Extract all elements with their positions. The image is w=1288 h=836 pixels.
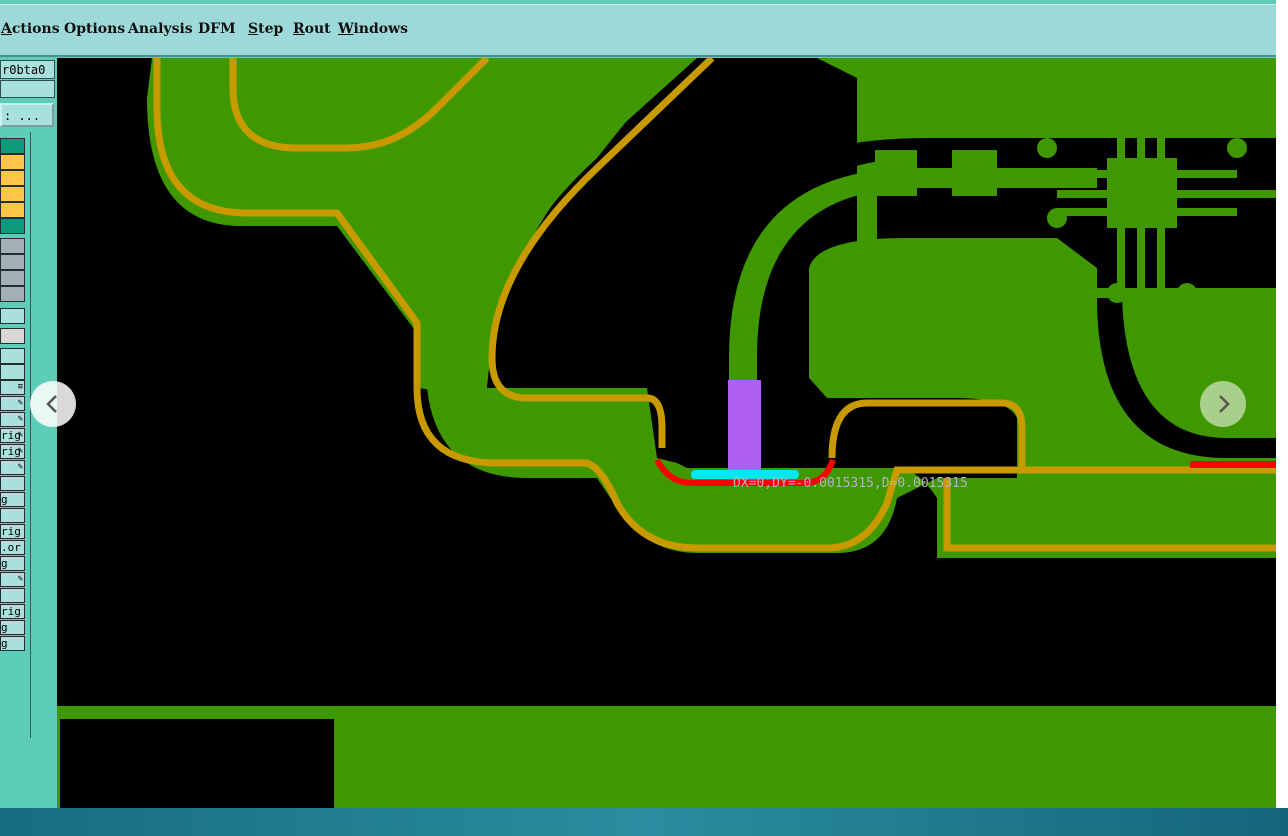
chip-body (1107, 158, 1177, 228)
menu-step-label: tep (258, 21, 284, 37)
black-cutout-bottom (60, 719, 334, 808)
layer-filter-field[interactable] (0, 80, 55, 98)
layer-row-icon-1[interactable]: ≡ (0, 380, 25, 395)
layer-swatch-11[interactable] (0, 308, 25, 324)
layer-row-icon-2[interactable]: ✎ (0, 396, 25, 411)
menu-actions-label: ctions (11, 21, 60, 37)
layer-swatch-3[interactable] (0, 170, 25, 186)
layer-swatch-9[interactable] (0, 270, 25, 286)
edit-icon: ✎ (17, 462, 23, 472)
chevron-right-icon (1219, 395, 1230, 413)
layer-row-rig-1[interactable]: rig ✎ (0, 428, 25, 443)
layer-row-rig-2[interactable]: rig ✎ (0, 444, 25, 459)
menu-windows[interactable]: Windows (338, 21, 408, 37)
layer-row-label: g (1, 621, 8, 634)
layer-swatch-7[interactable] (0, 238, 25, 254)
layer-row-label: g (1, 493, 8, 506)
edit-icon: ✎ (17, 574, 23, 584)
layer-row-icon-3[interactable]: ✎ (0, 412, 25, 427)
layer-swatch-2[interactable] (0, 154, 25, 170)
app-window: Actions Options Analysis DFM Step Rout W… (0, 0, 1278, 808)
copper-pour-upper (147, 58, 697, 393)
prev-image-button[interactable] (30, 381, 76, 427)
layer-row-empty-2[interactable] (0, 508, 25, 523)
layer-swatch-14[interactable] (0, 364, 25, 380)
layer-row-empty-1[interactable] (0, 476, 25, 491)
layer-swatch-8[interactable] (0, 254, 25, 270)
browse-button[interactable]: : ... (0, 103, 54, 127)
selection-red-right (1190, 461, 1276, 468)
layer-swatch-13[interactable] (0, 348, 25, 364)
layer-name-field[interactable]: r0bta0 (0, 60, 55, 79)
menu-actions[interactable]: Actions (1, 21, 60, 37)
layer-row-label: g (1, 557, 8, 570)
menubar: Actions Options Analysis DFM Step Rout W… (0, 4, 1278, 57)
adjacent-window-edge (1276, 0, 1288, 808)
menu-rout-label: out (304, 21, 331, 37)
layer-row-icon-5[interactable]: ✎ (0, 572, 25, 587)
edit-icon: ✎ (17, 398, 23, 408)
pcb-graphics (57, 58, 1276, 808)
layer-row-label: g (1, 637, 8, 650)
layer-row-rig-4[interactable]: rig (0, 604, 25, 619)
layer-row-label: .or (1, 541, 21, 554)
menu-windows-mnemonic: W (338, 21, 354, 37)
next-image-button[interactable] (1200, 381, 1246, 427)
menu-dfm[interactable]: DFM (198, 21, 236, 37)
menu-step[interactable]: Step (248, 21, 283, 37)
menu-rout[interactable]: Rout (293, 21, 331, 37)
menu-rout-mnemonic: R (293, 21, 305, 37)
layer-swatch-4[interactable] (0, 186, 25, 202)
layer-swatch-1[interactable] (0, 138, 25, 154)
layer-row-g-2[interactable]: g (0, 556, 25, 571)
pin-icon: ≡ (17, 382, 23, 392)
layer-panel: r0bta0 : ... ≡ ✎ ✎ rig ✎ rig ✎ ✎ g rig .… (0, 58, 56, 808)
layer-row-label: rig (1, 525, 21, 538)
pad-rect-2 (952, 150, 997, 196)
layer-row-g-4[interactable]: g (0, 636, 25, 651)
layer-swatch-12[interactable] (0, 328, 25, 344)
edit-icon: ✎ (17, 446, 23, 456)
layer-row-icon-4[interactable]: ✎ (0, 460, 25, 475)
layer-row-empty-3[interactable] (0, 588, 25, 603)
pcb-canvas[interactable]: DX=0,DY=-0.0015315,D=0.0015315 (57, 58, 1276, 808)
measurement-readout: DX=0,DY=-0.0015315,D=0.0015315 (733, 476, 968, 491)
layer-row-g-1[interactable]: g (0, 492, 25, 507)
layer-row-or[interactable]: .or (0, 540, 25, 555)
layer-row-label: rig (1, 605, 21, 618)
chevron-left-icon (46, 395, 57, 413)
menu-actions-mnemonic: A (1, 21, 12, 37)
layer-row-rig-3[interactable]: rig (0, 524, 25, 539)
menu-options[interactable]: Options (64, 21, 125, 37)
layer-swatch-6[interactable] (0, 218, 25, 234)
layer-swatch-10[interactable] (0, 286, 25, 302)
layer-list: ≡ ✎ ✎ rig ✎ rig ✎ ✎ g rig .or g ✎ rig g g (0, 132, 31, 738)
menu-analysis[interactable]: Analysis (128, 21, 193, 37)
layer-swatch-5[interactable] (0, 202, 25, 218)
pad-rect-1 (875, 150, 917, 196)
layer-row-g-3[interactable]: g (0, 620, 25, 635)
pad-purple (728, 380, 761, 470)
desktop-background (0, 808, 1288, 836)
menu-windows-label: indows (353, 21, 409, 37)
edit-icon: ✎ (17, 414, 23, 424)
edit-icon: ✎ (17, 430, 23, 440)
menu-step-mnemonic: S (248, 21, 259, 37)
